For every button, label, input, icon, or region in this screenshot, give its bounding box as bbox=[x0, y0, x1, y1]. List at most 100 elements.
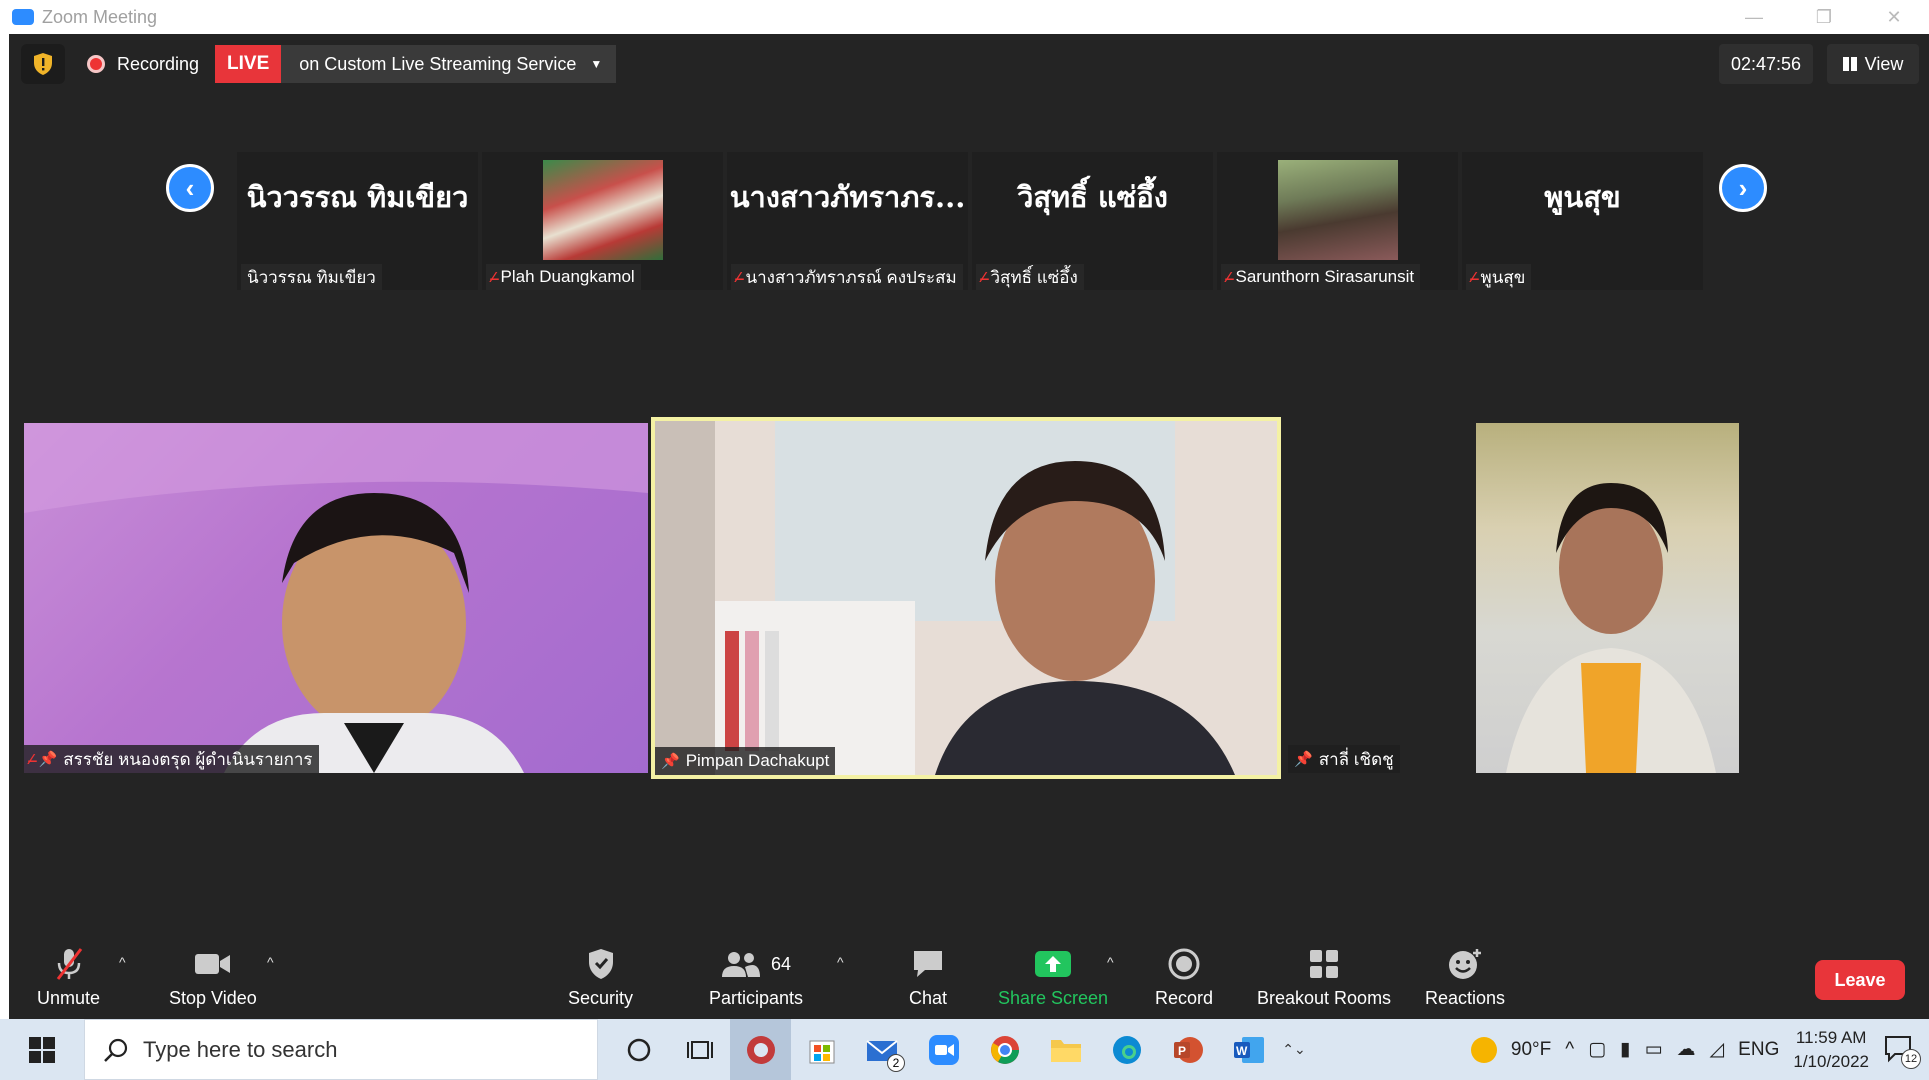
video-name-tag: 📌 Pimpan Dachakupt bbox=[655, 747, 836, 775]
svg-text:W: W bbox=[1236, 1044, 1248, 1058]
participant-name-tag: ⁄̶ Plah Duangkamol bbox=[486, 264, 641, 290]
minimize-button[interactable]: — bbox=[1719, 0, 1789, 34]
breakout-rooms-label: Breakout Rooms bbox=[1257, 988, 1392, 1008]
participant-tile[interactable]: นางสาวภัทราภร... ⁄̶ นางสาวภัทราภรณ์ คงปร… bbox=[727, 152, 968, 290]
live-badge: LIVE bbox=[215, 45, 282, 83]
edge-button[interactable] bbox=[1096, 1019, 1157, 1080]
clock-time: 11:59 AM bbox=[1795, 1027, 1867, 1047]
breakout-rooms-button[interactable]: Breakout Rooms bbox=[1257, 946, 1391, 1009]
word-icon: W bbox=[1233, 1036, 1264, 1063]
start-button[interactable] bbox=[0, 1019, 84, 1080]
windows-logo-icon bbox=[29, 1036, 55, 1063]
word-button[interactable]: W bbox=[1218, 1019, 1279, 1080]
participant-tile[interactable]: ⁄̶ Plah Duangkamol bbox=[482, 152, 723, 290]
microphone-tray-icon[interactable]: ▮ bbox=[1620, 1038, 1630, 1061]
video-options-chevron-icon[interactable]: ^ bbox=[267, 954, 274, 970]
weather-sun-icon[interactable] bbox=[1470, 1036, 1497, 1063]
grid-icon bbox=[1842, 57, 1857, 71]
taskbar-app-browser-active[interactable] bbox=[730, 1019, 791, 1080]
meeting-area: Recording LIVE on Custom Live Streaming … bbox=[9, 34, 1929, 1019]
mail-button[interactable]: 2 bbox=[852, 1019, 913, 1080]
window-controls: — ❐ ✕ bbox=[1719, 0, 1929, 34]
security-button[interactable]: Security bbox=[568, 946, 633, 1009]
meeting-info-button[interactable] bbox=[21, 44, 65, 84]
mic-off-icon bbox=[54, 946, 84, 982]
participant-big-name: วิสุทธิ์ แซ่อึ้ง bbox=[1017, 180, 1168, 214]
system-tray: 90°F ^ ▢ ▮ ▭ ☁ ◿ ENG 11:59 AM 1/10/2022 … bbox=[1470, 1019, 1929, 1080]
taskbar-scroll-button[interactable]: ⌃⌄ bbox=[1279, 1019, 1309, 1080]
participant-tile[interactable]: นิววรรณ ทิมเขียว นิววรรณ ทิมเขียว bbox=[237, 152, 478, 290]
task-view-button[interactable] bbox=[669, 1019, 730, 1080]
participant-tile[interactable]: วิสุทธิ์ แซ่อึ้ง ⁄̶ วิสุทธิ์ แซ่อึ้ง bbox=[972, 152, 1213, 290]
chat-button[interactable]: Chat bbox=[909, 946, 947, 1009]
cortana-button[interactable] bbox=[608, 1019, 669, 1080]
participant-video-thumbnail bbox=[542, 160, 663, 260]
leave-button[interactable]: Leave bbox=[1815, 960, 1905, 1000]
participant-big-name: พูนสุข bbox=[1544, 180, 1621, 214]
recording-dot-icon bbox=[87, 55, 105, 73]
audio-options-chevron-icon[interactable]: ^ bbox=[119, 954, 126, 970]
restore-button[interactable]: ❐ bbox=[1789, 0, 1859, 34]
microsoft-store-button[interactable] bbox=[791, 1019, 852, 1080]
chrome-button[interactable] bbox=[974, 1019, 1035, 1080]
video-tile-active-speaker[interactable]: 📌 Pimpan Dachakupt bbox=[651, 417, 1281, 779]
participants-button[interactable]: 64 Participants bbox=[709, 946, 803, 1009]
caret-down-icon: ▼ bbox=[590, 57, 603, 71]
participants-options-chevron-icon[interactable]: ^ bbox=[837, 954, 844, 970]
notification-count: 12 bbox=[1901, 1048, 1921, 1069]
close-button[interactable]: ✕ bbox=[1859, 0, 1929, 34]
record-button[interactable]: Record bbox=[1155, 946, 1213, 1009]
weather-temp[interactable]: 90°F bbox=[1511, 1039, 1551, 1061]
guest-video-art bbox=[1506, 483, 1716, 773]
onedrive-cloud-icon[interactable]: ☁ bbox=[1677, 1038, 1696, 1061]
meeting-timer: 02:47:56 bbox=[1719, 44, 1813, 84]
reactions-button[interactable]: Reactions bbox=[1425, 946, 1505, 1009]
notification-center-button[interactable]: 12 bbox=[1883, 1033, 1921, 1069]
video-tile-guest[interactable]: 📌 สาลี่ เชิดชู bbox=[1288, 423, 1918, 773]
zoom-taskbar-button[interactable] bbox=[913, 1019, 974, 1080]
powerpoint-button[interactable]: P bbox=[1157, 1019, 1218, 1080]
stop-video-button[interactable]: Stop Video bbox=[169, 946, 257, 1009]
input-language[interactable]: ENG bbox=[1738, 1039, 1779, 1061]
meeting-topbar: Recording LIVE on Custom Live Streaming … bbox=[9, 44, 617, 84]
search-placeholder: Type here to search bbox=[143, 1036, 338, 1062]
taskbar-search-box[interactable]: Type here to search bbox=[84, 1019, 598, 1080]
video-tile-host[interactable]: ⁄̶ 📌 สรรชัย หนองตรุด ผู้ดำเนินรายการ bbox=[24, 423, 648, 773]
pin-icon: 📌 bbox=[38, 751, 58, 768]
participant-tile[interactable]: ⁄̶ Sarunthorn Sirasarunsit bbox=[1217, 152, 1458, 290]
security-shield-icon bbox=[587, 946, 615, 982]
participant-tile[interactable]: พูนสุข ⁄̶ พูนสุข bbox=[1462, 152, 1703, 290]
participant-video-thumbnail bbox=[1277, 160, 1398, 260]
zoom-icon bbox=[928, 1034, 959, 1065]
view-label: View bbox=[1864, 53, 1904, 74]
participant-name: Sarunthorn Sirasarunsit bbox=[1235, 267, 1415, 286]
participant-name: พูนสุข bbox=[1480, 267, 1526, 287]
file-explorer-button[interactable] bbox=[1035, 1019, 1096, 1080]
participant-big-name: นิววรรณ ทิมเขียว bbox=[246, 180, 469, 214]
wifi-icon[interactable]: ◿ bbox=[1710, 1038, 1725, 1061]
share-screen-label: Share Screen bbox=[998, 988, 1109, 1008]
mic-muted-icon: ⁄̶ bbox=[737, 268, 740, 286]
chat-label: Chat bbox=[909, 988, 948, 1008]
view-button[interactable]: View bbox=[1827, 44, 1919, 84]
show-hidden-icons-chevron-icon[interactable]: ^ bbox=[1565, 1039, 1574, 1061]
live-stream-dropdown[interactable]: on Custom Live Streaming Service ▼ bbox=[281, 45, 617, 83]
video-name-tag: ⁄̶ 📌 สรรชัย หนองตรุด ผู้ดำเนินรายการ bbox=[24, 745, 319, 773]
participant-name-tag: ⁄̶ วิสุทธิ์ แซ่อึ้ง bbox=[976, 264, 1084, 290]
next-page-button[interactable]: › bbox=[1719, 164, 1767, 212]
prev-page-button[interactable]: ‹ bbox=[166, 164, 214, 212]
unmute-button[interactable]: Unmute bbox=[37, 946, 100, 1009]
meet-now-icon[interactable]: ▢ bbox=[1588, 1038, 1606, 1061]
live-stream-label: on Custom Live Streaming Service bbox=[299, 53, 577, 74]
share-options-chevron-icon[interactable]: ^ bbox=[1107, 954, 1114, 970]
mic-muted-icon: ⁄̶ bbox=[982, 268, 985, 286]
folder-icon bbox=[1050, 1039, 1081, 1062]
reactions-smiley-icon bbox=[1447, 946, 1483, 982]
taskbar-clock[interactable]: 11:59 AM 1/10/2022 bbox=[1793, 1026, 1869, 1074]
task-view-icon bbox=[686, 1040, 713, 1059]
recording-label[interactable]: Recording bbox=[117, 54, 199, 75]
window-title: Zoom Meeting bbox=[42, 6, 158, 27]
share-screen-button[interactable]: Share Screen bbox=[998, 946, 1108, 1009]
display-tray-icon[interactable]: ▭ bbox=[1645, 1038, 1663, 1061]
edge-icon bbox=[1112, 1035, 1141, 1064]
